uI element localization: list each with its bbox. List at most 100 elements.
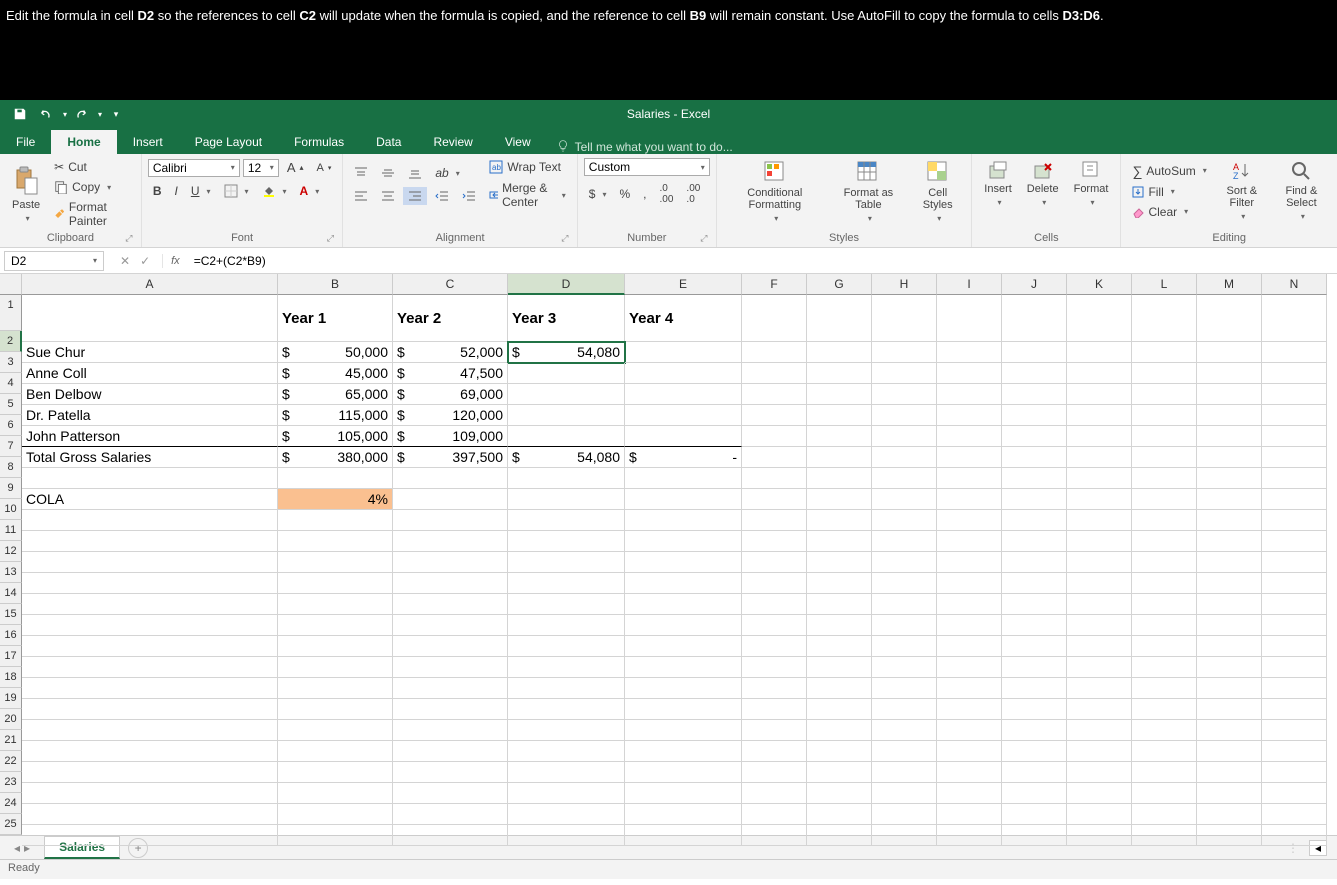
col-header-B[interactable]: B (278, 274, 393, 295)
cell[interactable] (278, 741, 393, 762)
cell[interactable] (742, 762, 807, 783)
cell[interactable] (937, 678, 1002, 699)
align-right-button[interactable] (403, 187, 427, 205)
cell[interactable] (22, 678, 278, 699)
tell-me-search[interactable]: Tell me what you want to do... (547, 140, 743, 154)
cell[interactable] (742, 594, 807, 615)
cell[interactable] (1067, 699, 1132, 720)
cell[interactable] (742, 295, 807, 342)
cell[interactable] (393, 741, 508, 762)
cell[interactable] (278, 573, 393, 594)
cell[interactable] (1262, 657, 1327, 678)
cell[interactable]: $397,500 (393, 447, 508, 468)
cell[interactable]: $54,080 (508, 447, 625, 468)
cell[interactable] (1067, 762, 1132, 783)
cell[interactable] (807, 699, 872, 720)
sheet-nav-first[interactable]: ◂ (14, 841, 20, 855)
cell[interactable] (625, 783, 742, 804)
cell[interactable]: Year 4 (625, 295, 742, 342)
cell[interactable] (393, 636, 508, 657)
cell[interactable] (1197, 384, 1262, 405)
cell[interactable] (1132, 804, 1197, 825)
col-header-G[interactable]: G (807, 274, 872, 295)
cell[interactable] (872, 804, 937, 825)
bold-button[interactable]: B (148, 182, 167, 200)
cell[interactable] (1132, 573, 1197, 594)
cell[interactable] (807, 552, 872, 573)
cell[interactable] (1262, 552, 1327, 573)
cell[interactable] (1197, 363, 1262, 384)
wrap-text-button[interactable]: abWrap Text (484, 158, 570, 176)
cell[interactable] (1262, 384, 1327, 405)
cell[interactable] (22, 531, 278, 552)
font-color-button[interactable]: A▾ (295, 182, 325, 200)
name-box[interactable]: D2▾ (4, 251, 104, 271)
cell[interactable] (508, 531, 625, 552)
enter-formula-button[interactable]: ✓ (140, 254, 150, 268)
cell[interactable] (807, 720, 872, 741)
cell[interactable] (508, 384, 625, 405)
cell[interactable] (742, 657, 807, 678)
cell[interactable]: $69,000 (393, 384, 508, 405)
tab-review[interactable]: Review (417, 130, 488, 154)
format-painter-button[interactable]: Format Painter (49, 198, 135, 230)
cell[interactable] (625, 510, 742, 531)
cell[interactable] (1067, 510, 1132, 531)
cell[interactable] (625, 720, 742, 741)
cell[interactable] (508, 615, 625, 636)
cell[interactable] (807, 783, 872, 804)
cell[interactable] (872, 825, 937, 846)
insert-cells-button[interactable]: Insert▾ (978, 158, 1018, 209)
cell[interactable] (625, 594, 742, 615)
cell[interactable] (22, 552, 278, 573)
cell[interactable] (1197, 468, 1262, 489)
cell[interactable] (625, 552, 742, 573)
align-center-button[interactable] (376, 187, 400, 205)
cell[interactable] (1067, 636, 1132, 657)
cell[interactable] (1067, 720, 1132, 741)
cell[interactable] (807, 342, 872, 363)
row-header-4[interactable]: 4 (0, 373, 22, 394)
cell[interactable] (1002, 552, 1067, 573)
cell[interactable] (872, 468, 937, 489)
cell[interactable] (872, 447, 937, 468)
cell[interactable] (1132, 468, 1197, 489)
col-header-C[interactable]: C (393, 274, 508, 295)
cell[interactable] (1002, 489, 1067, 510)
cell[interactable] (1197, 615, 1262, 636)
tab-data[interactable]: Data (360, 130, 417, 154)
cell[interactable] (807, 510, 872, 531)
cell[interactable] (278, 636, 393, 657)
increase-indent-button[interactable] (457, 187, 481, 205)
cell[interactable] (937, 342, 1002, 363)
cell[interactable] (1132, 426, 1197, 447)
cell[interactable] (937, 657, 1002, 678)
cell[interactable] (1132, 699, 1197, 720)
cell[interactable] (937, 405, 1002, 426)
cell[interactable] (1197, 720, 1262, 741)
cell[interactable] (625, 468, 742, 489)
cell[interactable] (1262, 783, 1327, 804)
cell[interactable] (1067, 531, 1132, 552)
cell[interactable] (1067, 552, 1132, 573)
cell[interactable] (1197, 699, 1262, 720)
align-bottom-button[interactable] (403, 164, 427, 182)
cell[interactable] (625, 804, 742, 825)
cell[interactable] (937, 825, 1002, 846)
row-header-16[interactable]: 16 (0, 625, 22, 646)
cell[interactable] (1262, 426, 1327, 447)
col-header-F[interactable]: F (742, 274, 807, 295)
col-header-L[interactable]: L (1132, 274, 1197, 295)
row-header-2[interactable]: 2 (0, 331, 22, 352)
cell[interactable] (937, 615, 1002, 636)
cell[interactable] (937, 426, 1002, 447)
cell[interactable] (1132, 615, 1197, 636)
clear-button[interactable]: Clear▾ (1127, 203, 1211, 221)
cell[interactable] (1197, 489, 1262, 510)
cell[interactable] (1262, 804, 1327, 825)
cell[interactable] (1262, 363, 1327, 384)
cell[interactable] (742, 741, 807, 762)
cell[interactable] (937, 762, 1002, 783)
cell[interactable]: Sue Chur (22, 342, 278, 363)
copy-button[interactable]: Copy▾ (49, 178, 135, 196)
